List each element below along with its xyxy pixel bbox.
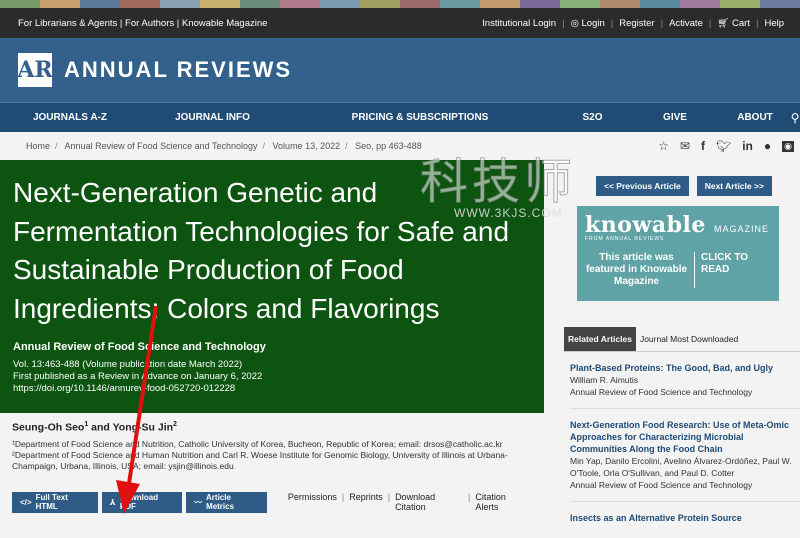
breadcrumb-volume[interactable]: Volume 13, 2022 bbox=[273, 141, 341, 151]
utility-links[interactable]: For Librarians & Agents | For Authors | … bbox=[18, 18, 267, 29]
cart-icon: 🛒︎ bbox=[717, 17, 733, 29]
account-links: Institutional Login | ◎ Login | Register | … bbox=[476, 18, 790, 29]
nav-s2o[interactable]: S2O bbox=[555, 112, 630, 123]
knowable-logo: knowable MAGAZINE bbox=[585, 212, 770, 238]
article-pager: << Previous Article Next Article >> bbox=[564, 176, 800, 196]
main-nav: JOURNALS A-Z JOURNAL INFO PRICING & SUBS… bbox=[0, 102, 800, 132]
author-2[interactable]: Yong-Su Jin bbox=[113, 422, 173, 434]
star-icon[interactable]: ☆ bbox=[658, 139, 669, 153]
rss-icon[interactable]: ◉ bbox=[782, 140, 794, 152]
related-title[interactable]: Next-Generation Food Research: Use of Me… bbox=[570, 419, 800, 455]
download-pdf-button[interactable]: ⅄ Download PDF bbox=[101, 491, 183, 513]
breadcrumb-article: Seo, pp 463-488 bbox=[355, 141, 422, 151]
article-actions: </> Full Text HTML ⅄ Download PDF 〰 Article… bbox=[0, 480, 544, 513]
related-title[interactable]: Plant-Based Proteins: The Good, Bad, and… bbox=[570, 362, 800, 374]
nav-journal-info[interactable]: JOURNAL INFO bbox=[140, 112, 285, 123]
list-item: Next-Generation Food Research: Use of Me… bbox=[570, 409, 800, 502]
related-list: Plant-Based Proteins: The Good, Bad, and… bbox=[570, 352, 800, 534]
knowable-cta: This article was featured in Knowable Ma… bbox=[585, 252, 771, 288]
utility-bar: For Librarians & Agents | For Authors | … bbox=[0, 8, 800, 38]
volume-info: Vol. 13:463-488 (Volume publication date… bbox=[13, 359, 243, 370]
related-authors: Min Yap, Danilo Ercolini, Avelino Álvare… bbox=[570, 456, 792, 478]
nav-about[interactable]: ABOUT bbox=[720, 112, 790, 123]
journal-name[interactable]: Annual Review of Food Science and Techno… bbox=[13, 341, 532, 353]
doi-link[interactable]: https://doi.org/10.1146/annurev-food-052… bbox=[13, 383, 532, 395]
knowable-click-to-read[interactable]: CLICK TO READ bbox=[695, 252, 771, 288]
site-header: AR ANNUAL REVIEWS bbox=[0, 38, 800, 102]
first-published: First published as a Review in Advance o… bbox=[13, 371, 263, 382]
reddit-icon[interactable]: ● bbox=[764, 139, 771, 153]
register-link[interactable]: Register bbox=[613, 18, 660, 29]
institutional-login-link[interactable]: Institutional Login bbox=[476, 18, 562, 29]
breadcrumb-journal[interactable]: Annual Review of Food Science and Techno… bbox=[65, 141, 258, 151]
site-name[interactable]: ANNUAL REVIEWS bbox=[64, 57, 292, 83]
facebook-icon[interactable]: f bbox=[701, 139, 705, 153]
share-tools: ☆ ✉ f 🐦︎ in ● ◉ bbox=[658, 139, 794, 153]
article-links: Permissions | Reprints | Download Citation… bbox=[283, 492, 532, 512]
nav-journals[interactable]: JOURNALS A-Z bbox=[0, 112, 140, 123]
related-title[interactable]: Insects as an Alternative Protein Source bbox=[570, 512, 800, 524]
article-metrics-button[interactable]: 〰 Article Metrics bbox=[186, 491, 267, 513]
knowable-banner[interactable]: knowable MAGAZINE FROM ANNUAL REVIEWS Th… bbox=[577, 206, 779, 301]
citation-alerts-link[interactable]: Citation Alerts bbox=[470, 492, 532, 512]
twitter-icon[interactable]: 🐦︎ bbox=[716, 139, 731, 153]
author-names: Seung-Oh Seo1 and Yong-Su Jin2 bbox=[12, 421, 177, 434]
article-title: Next-Generation Genetic and Fermentation… bbox=[13, 177, 510, 324]
code-icon: </> bbox=[20, 497, 32, 507]
article-hero: Next-Generation Genetic and Fermentation… bbox=[0, 160, 544, 413]
related-journal: Annual Review of Food Science and Techno… bbox=[570, 387, 753, 397]
download-citation-link[interactable]: Download Citation bbox=[390, 492, 468, 512]
full-text-html-button[interactable]: </> Full Text HTML bbox=[12, 491, 98, 513]
tab-most-downloaded[interactable]: Journal Most Downloaded bbox=[636, 327, 742, 351]
authors-block: Seung-Oh Seo1 and Yong-Su Jin2 ¹Departme… bbox=[0, 413, 544, 480]
linkedin-icon[interactable]: in bbox=[742, 139, 753, 153]
user-icon: ◎ bbox=[570, 17, 582, 29]
breadcrumb-home[interactable]: Home bbox=[26, 141, 50, 151]
email-icon[interactable]: ✉ bbox=[680, 139, 690, 153]
breadcrumb-row: Home / Annual Review of Food Science and … bbox=[0, 132, 800, 160]
activate-link[interactable]: Activate bbox=[663, 18, 709, 29]
nav-pricing[interactable]: PRICING & SUBSCRIPTIONS bbox=[285, 112, 555, 123]
related-authors: William R. Aimutis bbox=[570, 375, 639, 385]
previous-article-button[interactable]: << Previous Article bbox=[596, 176, 689, 196]
affiliation-2: ²Department of Food Science and Human Nu… bbox=[12, 449, 508, 471]
help-link[interactable]: Help bbox=[758, 18, 790, 29]
nav-give[interactable]: GIVE bbox=[630, 112, 720, 123]
next-article-button[interactable]: Next Article >> bbox=[696, 176, 772, 196]
search-icon[interactable]: ⚲ bbox=[790, 111, 800, 125]
list-item: Insects as an Alternative Protein Source bbox=[570, 502, 800, 534]
tab-related-articles[interactable]: Related Articles bbox=[564, 327, 636, 351]
list-item: Plant-Based Proteins: The Good, Bad, and… bbox=[570, 352, 800, 409]
cart-link[interactable]: 🛒︎ Cart bbox=[711, 18, 756, 29]
article-meta: Vol. 13:463-488 (Volume publication date… bbox=[13, 359, 532, 395]
knowable-featured-text: This article was featured in Knowable Ma… bbox=[585, 252, 695, 288]
annual-reviews-logo[interactable]: AR bbox=[17, 53, 53, 87]
related-journal: Annual Review of Food Science and Techno… bbox=[570, 480, 753, 490]
permissions-link[interactable]: Permissions bbox=[283, 492, 342, 512]
affiliation-1: ¹Department of Food Science and Nutritio… bbox=[12, 438, 503, 449]
content: Next-Generation Genetic and Fermentation… bbox=[0, 160, 800, 534]
login-link[interactable]: ◎ Login bbox=[565, 18, 611, 29]
sidebar: << Previous Article Next Article >> know… bbox=[544, 160, 800, 534]
chart-icon: 〰 bbox=[194, 497, 203, 507]
color-stripe bbox=[0, 0, 800, 8]
related-tabs: Related Articles Journal Most Downloaded bbox=[564, 327, 800, 352]
article-column: Next-Generation Genetic and Fermentation… bbox=[0, 160, 544, 534]
pdf-icon: ⅄ bbox=[109, 497, 116, 507]
author-1[interactable]: Seung-Oh Seo bbox=[12, 422, 84, 434]
reprints-link[interactable]: Reprints bbox=[344, 492, 388, 512]
breadcrumb: Home / Annual Review of Food Science and … bbox=[26, 141, 422, 151]
